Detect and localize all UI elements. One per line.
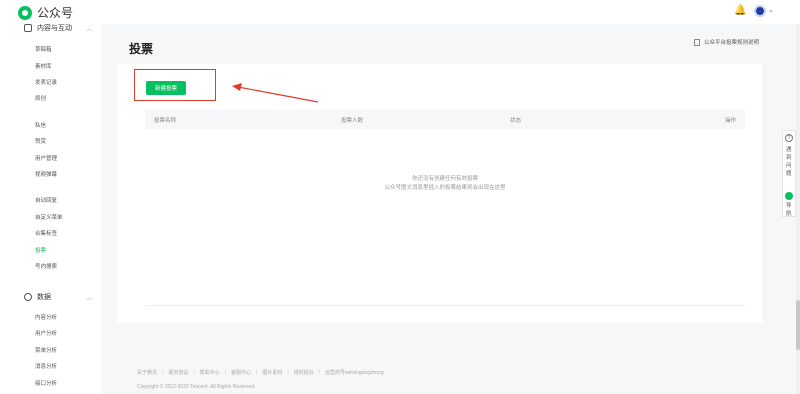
navigation-label[interactable]: 导航	[786, 202, 794, 218]
sidebar-item-messages[interactable]: 私信	[35, 121, 46, 129]
sidebar-group-content[interactable]: 内容与互动 ︿	[24, 23, 92, 33]
sidebar-item-auto-reply[interactable]: 自动回复	[35, 196, 57, 204]
sidebar-item-drafts[interactable]: 草稿箱	[35, 45, 52, 53]
new-vote-button[interactable]: 新建投票	[146, 81, 186, 95]
sidebar-item-collection-tags[interactable]: 合集标签	[35, 229, 57, 237]
logo[interactable]: 公众号	[18, 4, 73, 21]
copyright: Copyright © 2012-2022 Tencent. All Right…	[137, 384, 256, 390]
footer-link[interactable]: 服务协议	[168, 369, 188, 376]
feedback-label[interactable]: 遇到问题	[786, 146, 794, 178]
footer-link[interactable]: 运营商号weixingongzhong	[325, 369, 384, 376]
scrollbar-thumb[interactable]	[796, 300, 800, 350]
sidebar-group-label: 内容与互动	[37, 25, 72, 32]
sidebar-item-users[interactable]: 用户管理	[35, 154, 57, 162]
rules-link-label: 公众平台投票规则说明	[704, 40, 760, 46]
sidebar-item-menu-analysis[interactable]: 菜单分析	[35, 346, 57, 354]
table-body: 你还没有创建任何有效投票 公众号图文消息里插入的投票结果将会出现在这里	[145, 129, 745, 306]
top-bar: 公众号 🔔 ⌄	[0, 0, 800, 24]
annotation-arrow	[232, 83, 319, 103]
sidebar-item-reward[interactable]: 赞赏	[35, 137, 46, 145]
wechat-logo-icon	[18, 5, 32, 20]
footer-link[interactable]: 客服中心	[231, 369, 251, 376]
document-icon	[694, 38, 700, 46]
footer-links: 关于腾讯 | 服务协议 | 帮助中心 | 客服中心 | 图片素材 | 侵权投诉 | 运营商号…	[137, 369, 384, 376]
chevron-up-icon: ︿	[86, 295, 93, 302]
table-header: 投票名称 投票人数 状态 操作	[145, 110, 745, 129]
footer-link[interactable]: 帮助中心	[200, 369, 220, 376]
sidebar-item-search[interactable]: 号内搜索	[35, 262, 57, 270]
chevron-up-icon: ︿	[86, 26, 93, 33]
footer-link[interactable]: 图片素材	[262, 369, 282, 376]
navigation-icon[interactable]	[785, 192, 793, 200]
footer-link[interactable]: 侵权投诉	[294, 369, 314, 376]
column-header-name: 投票名称	[154, 118, 177, 124]
sidebar-item-api-analysis[interactable]: 接口分析	[35, 379, 57, 387]
sidebar-item-vote[interactable]: 投票	[35, 246, 46, 254]
sidebar-group-label: 数据	[37, 294, 51, 301]
empty-state-line1: 你还没有创建任何有效投票	[411, 176, 478, 182]
floating-help-panel: ? 遇到问题 导航	[782, 130, 796, 217]
clock-icon	[24, 293, 32, 301]
sidebar-group-data[interactable]: 数据 ︿	[24, 292, 92, 302]
bell-icon[interactable]: 🔔	[734, 5, 746, 16]
column-header-status: 状态	[510, 118, 522, 124]
page-title: 投票	[129, 42, 154, 56]
document-icon	[24, 24, 32, 32]
sidebar-item-publish-records[interactable]: 发表记录	[35, 78, 57, 86]
sidebar-item-custom-menu[interactable]: 自定义菜单	[35, 213, 63, 221]
column-header-actions: 操作	[725, 118, 737, 124]
rules-link[interactable]: 公众平台投票规则说明	[694, 38, 759, 46]
avatar[interactable]	[754, 5, 766, 17]
sidebar-item-danmaku[interactable]: 视频弹幕	[35, 170, 57, 178]
sidebar-item-original[interactable]: 原创	[35, 94, 46, 102]
app-name: 公众号	[37, 6, 74, 20]
chevron-down-icon[interactable]: ⌄	[768, 6, 774, 14]
sidebar-item-materials[interactable]: 素材库	[35, 62, 52, 70]
empty-state-line2: 公众号图文消息里插入的投票结果将会出现在这里	[384, 185, 506, 191]
column-header-voters: 投票人数	[341, 118, 364, 124]
sidebar-item-user-analysis[interactable]: 用户分析	[35, 329, 57, 337]
footer-link[interactable]: 关于腾讯	[137, 369, 157, 376]
question-icon[interactable]: ?	[785, 134, 793, 142]
sidebar-item-message-analysis[interactable]: 消息分析	[35, 362, 57, 370]
sidebar-item-content-analysis[interactable]: 内容分析	[35, 313, 57, 321]
